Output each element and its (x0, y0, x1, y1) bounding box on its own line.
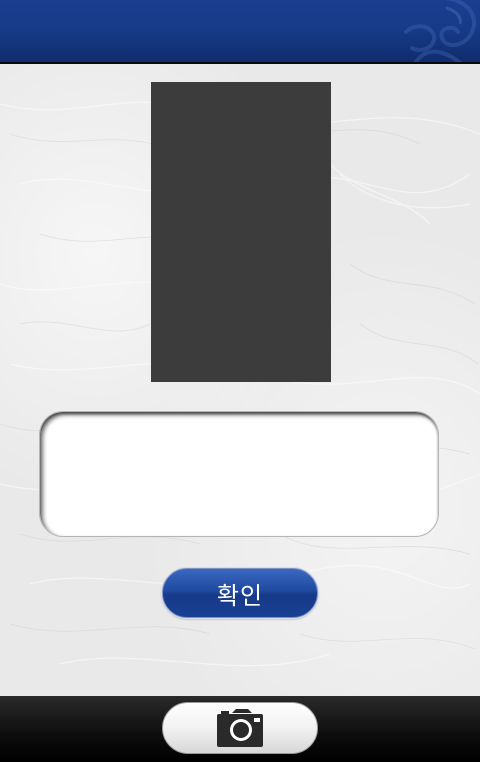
bottom-toolbar (0, 696, 480, 762)
dragon-ornament-icon (404, 0, 476, 62)
main-content-area: 확인 (0, 64, 480, 696)
result-text-box[interactable] (39, 411, 439, 537)
camera-button[interactable] (162, 702, 318, 754)
confirm-button-label: 확인 (216, 581, 264, 610)
top-header-bar (0, 0, 480, 64)
confirm-button[interactable]: 확인 (162, 568, 318, 618)
photo-preview (151, 82, 331, 382)
camera-icon (217, 709, 263, 747)
